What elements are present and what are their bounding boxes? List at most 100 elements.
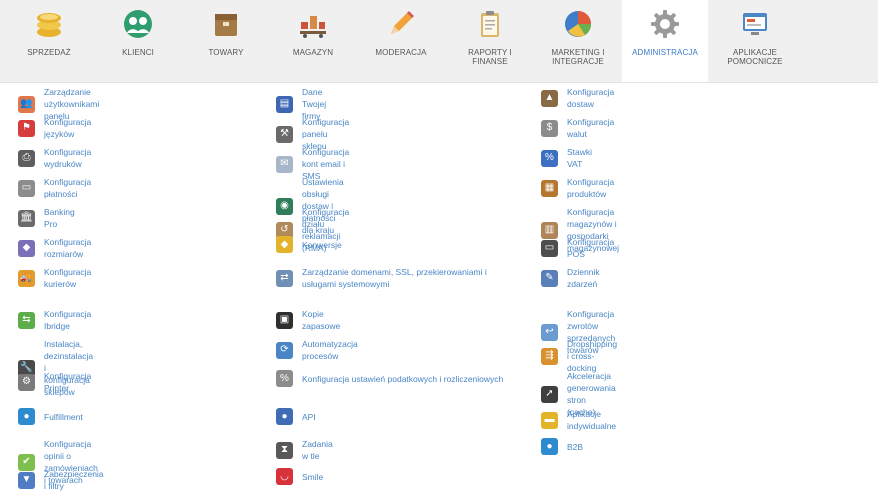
- coins-icon: [33, 8, 65, 40]
- settings-link-courier[interactable]: 🚚 Konfiguracja kurierów: [18, 266, 91, 290]
- hammer-icon: ⚒: [276, 125, 293, 143]
- settings-link-printer-gear[interactable]: ⚙ Konfiguracja Printer: [18, 370, 91, 394]
- settings-link-label: Konfiguracja wydruków: [44, 147, 92, 169]
- background-tasks-icon: ⧗: [276, 441, 293, 459]
- printer-icon: ⎙: [18, 149, 35, 167]
- settings-link-dropshipping[interactable]: ⇶ Dropshipping i cross-docking: [541, 338, 617, 374]
- settings-link-network[interactable]: ⇄ Zarządzanie domenami, SSL, przekierowan…: [276, 266, 522, 290]
- settings-link-label: B2B: [567, 441, 584, 452]
- users-icon: 👥: [18, 95, 35, 113]
- nav-tab-administracja[interactable]: ADMINISTRACJA: [622, 0, 708, 82]
- settings-link-label: Konfiguracja płatności: [44, 177, 92, 199]
- card-icon: ▭: [18, 179, 35, 197]
- nav-tab-magazyn[interactable]: MAGAZYN: [270, 0, 356, 82]
- settings-link-label: Konfiguracja walut: [567, 117, 615, 139]
- custom-apps-icon: ▬: [541, 411, 558, 429]
- nav-tab-label: RAPORTY I FINANSE: [468, 48, 512, 66]
- nav-tab-label: APLIKACJE POMOCNICZE: [727, 48, 783, 66]
- clipboard-icon: [474, 8, 506, 40]
- nav-tab-marketing[interactable]: MARKETING I INTEGRACJE: [535, 0, 621, 82]
- settings-link-automation[interactable]: ⟳ Automatyzacja procesów: [276, 338, 358, 362]
- settings-link-floppy[interactable]: ▣ Kopie zapasowe: [276, 308, 340, 332]
- settings-link-label: API: [302, 411, 316, 422]
- settings-link-label: Automatyzacja procesów: [302, 339, 358, 361]
- pie-chart-icon: [562, 8, 594, 40]
- settings-link-vat[interactable]: % Stawki VAT: [541, 146, 592, 170]
- gear-icon: [649, 8, 681, 40]
- settings-link-label: Fulfillment: [44, 411, 83, 422]
- settings-link-background-tasks[interactable]: ⧗ Zadania w tle: [276, 438, 333, 462]
- warehouse-icon: [297, 8, 329, 40]
- tax-icon: %: [276, 370, 293, 387]
- pos-icon: ▭: [541, 239, 558, 257]
- nav-tab-label: KLIENCI: [122, 48, 154, 57]
- network-icon: ⇄: [276, 269, 293, 287]
- settings-link-label: Dropshipping i cross-docking: [567, 339, 618, 373]
- settings-link-shield-filter[interactable]: ▼ Zabezpieczenia i filtry: [18, 468, 104, 492]
- settings-link-fulfillment[interactable]: ● Fulfillment: [18, 408, 83, 425]
- products-icon: ▦: [541, 179, 558, 197]
- settings-link-sizes[interactable]: ◆ Konfiguracja rozmiarów: [18, 236, 91, 260]
- nav-tab-towary[interactable]: TOWARY: [183, 0, 269, 82]
- box-icon: [210, 8, 242, 40]
- nav-tab-label: MODERACJA: [375, 48, 427, 57]
- settings-link-label: Stawki VAT: [567, 147, 593, 169]
- settings-link-label: Konfiguracja produktów: [567, 177, 615, 199]
- settings-link-printer[interactable]: ⎙ Konfiguracja wydruków: [18, 146, 91, 170]
- settings-link-ibridge[interactable]: ⇆ Konfiguracja Ibridge: [18, 308, 91, 332]
- settings-link-currency[interactable]: $ Konfiguracja walut: [541, 116, 614, 140]
- currency-icon: $: [541, 119, 558, 137]
- settings-link-flag[interactable]: ⚑ Konfiguracja języków: [18, 116, 91, 140]
- printer-gear-icon: ⚙: [18, 373, 35, 391]
- clients-icon: [122, 8, 154, 40]
- settings-link-label: Banking Pro: [44, 207, 75, 229]
- ibridge-icon: ⇆: [18, 311, 35, 329]
- settings-link-label: Kopie zapasowe: [302, 309, 341, 331]
- settings-link-pos[interactable]: ▭ Konfiguracja POS: [541, 236, 614, 260]
- smile-icon: ◡: [276, 468, 293, 485]
- sizes-icon: ◆: [18, 239, 35, 257]
- shield-filter-icon: ▼: [18, 471, 35, 489]
- settings-link-log[interactable]: ✎ Dziennik zdarzeń: [541, 266, 600, 290]
- company-icon: ▤: [276, 95, 293, 113]
- nav-tab-aplikacje[interactable]: APLIKACJE POMOCNICZE: [712, 0, 798, 82]
- flag-icon: ⚑: [18, 119, 35, 137]
- settings-link-label: Konfiguracja Ibridge: [44, 309, 92, 331]
- settings-link-card[interactable]: ▭ Konfiguracja płatności: [18, 176, 91, 200]
- rocket-icon: ➚: [541, 385, 558, 403]
- settings-link-label: Konwersje: [302, 239, 342, 250]
- settings-link-api[interactable]: ● API: [276, 408, 316, 425]
- automation-icon: ⟳: [276, 341, 293, 359]
- nav-tab-sprzedaz[interactable]: SPRZEDAŻ: [6, 0, 92, 82]
- settings-link-label: Konfiguracja dostaw: [567, 87, 615, 109]
- settings-link-label: Zabezpieczenia i filtry: [44, 469, 104, 491]
- window-icon: [739, 8, 771, 40]
- settings-link-delivery[interactable]: ▲ Konfiguracja dostaw: [541, 86, 614, 110]
- settings-link-label: Aplikacje indywidualne: [567, 409, 617, 431]
- pencil-icon: [385, 8, 417, 40]
- bank-icon: 🏛: [18, 209, 35, 227]
- nav-tab-raporty[interactable]: RAPORTY I FINANSE: [447, 0, 533, 82]
- settings-link-label: Konfiguracja POS: [567, 237, 615, 259]
- courier-icon: 🚚: [18, 269, 35, 287]
- settings-link-conversion[interactable]: ◆ Konwersje: [276, 236, 342, 253]
- vat-icon: %: [541, 149, 558, 167]
- log-icon: ✎: [541, 269, 558, 287]
- settings-link-bank[interactable]: 🏛 Banking Pro: [18, 206, 75, 230]
- floppy-icon: ▣: [276, 311, 293, 329]
- nav-tab-label: ADMINISTRACJA: [632, 48, 698, 57]
- settings-link-label: Konfiguracja ustawień podatkowych i rozl…: [302, 373, 504, 384]
- settings-link-smile[interactable]: ◡ Smile: [276, 468, 323, 485]
- settings-link-label: Dziennik zdarzeń: [567, 267, 600, 289]
- settings-link-tax[interactable]: % Konfiguracja ustawień podatkowych i roz…: [276, 370, 522, 387]
- settings-link-label: Konfiguracja rozmiarów: [44, 237, 92, 259]
- settings-link-label: Konfiguracja języków: [44, 117, 92, 139]
- top-navigation: SPRZEDAŻ KLIENCI TOWARY MAGAZYN MODERACJA RAP…: [0, 0, 878, 83]
- nav-tab-moderacja[interactable]: MODERACJA: [358, 0, 444, 82]
- settings-link-products[interactable]: ▦ Konfiguracja produktów: [541, 176, 614, 200]
- nav-tab-label: SPRZEDAŻ: [27, 48, 71, 57]
- nav-tab-klienci[interactable]: KLIENCI: [95, 0, 181, 82]
- settings-link-custom-apps[interactable]: ▬ Aplikacje indywidualne: [541, 408, 616, 432]
- settings-link-b2b[interactable]: ● B2B: [541, 438, 583, 455]
- settings-link-label: Konfiguracja Printer: [44, 371, 92, 393]
